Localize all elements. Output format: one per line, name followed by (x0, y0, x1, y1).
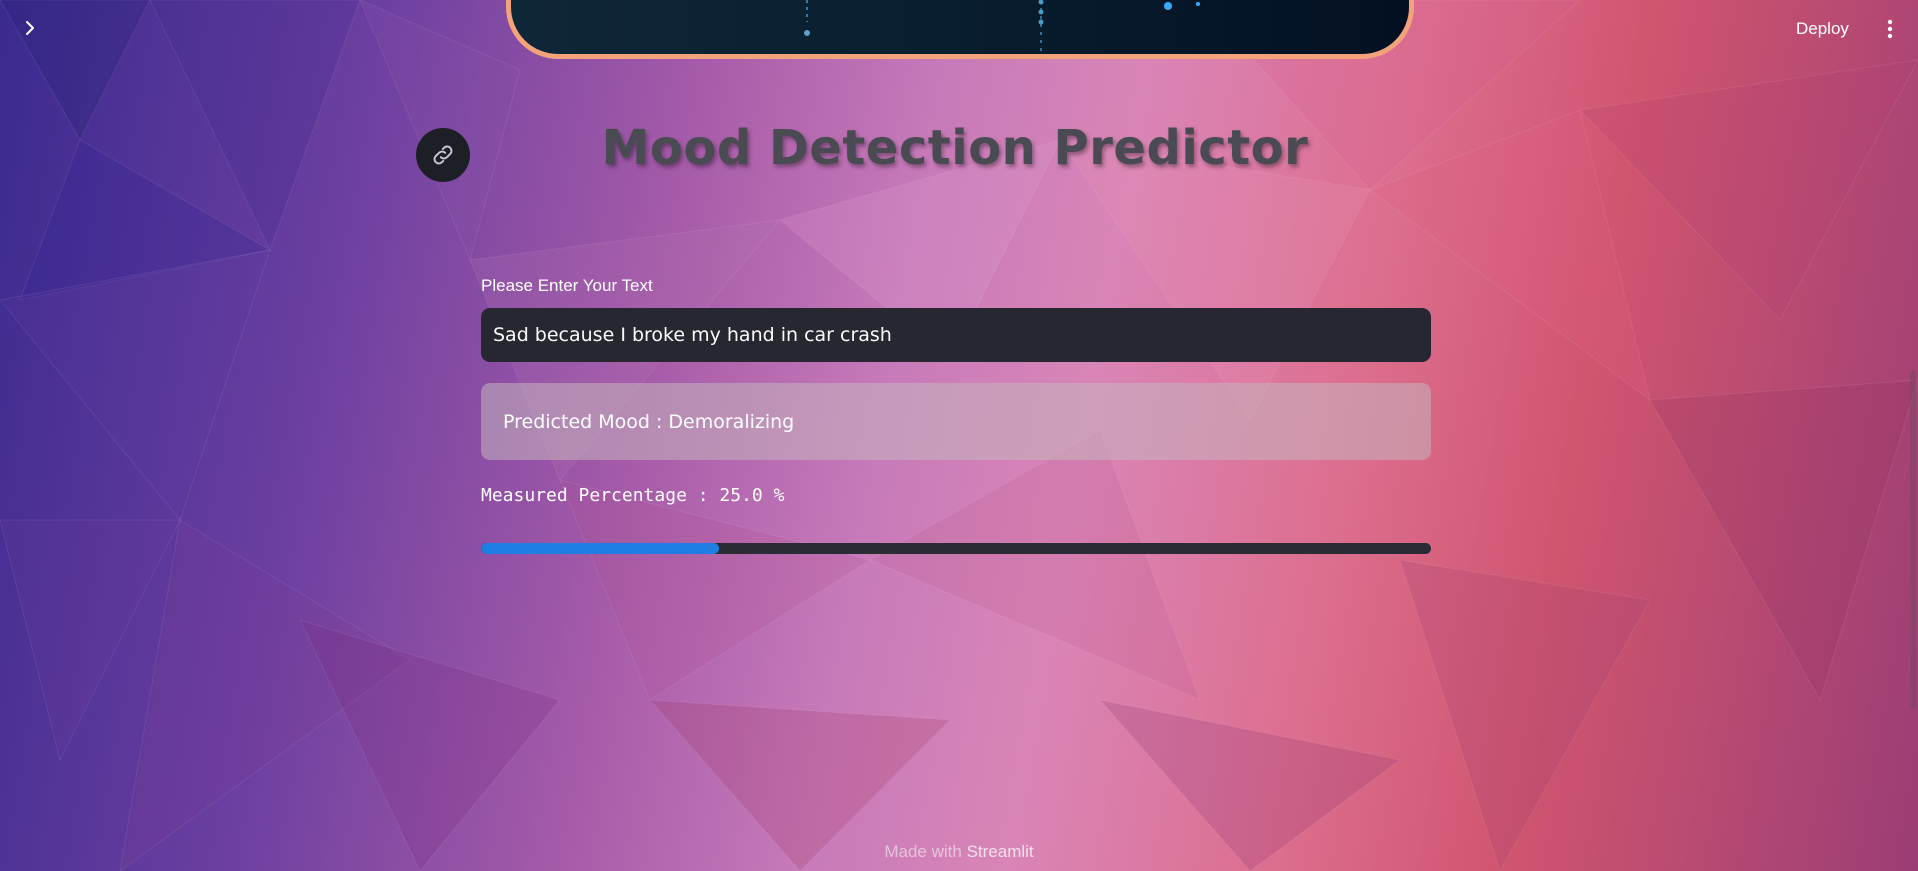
footer: Made with Streamlit (0, 842, 1918, 862)
page-title: Mood Detection Predictor (601, 120, 1309, 176)
main-menu-button[interactable] (1876, 14, 1904, 44)
anchor-link-button[interactable] (416, 128, 470, 182)
chevron-right-icon (26, 21, 34, 35)
hero-image (506, 0, 1414, 59)
measured-percentage-text: Measured Percentage : 25.0 % (481, 485, 785, 506)
prediction-result-box: Predicted Mood : Demoralizing (481, 383, 1431, 460)
progress-bar (481, 543, 1431, 554)
prediction-result-text: Predicted Mood : Demoralizing (503, 410, 795, 433)
text-input-label: Please Enter Your Text (481, 276, 653, 295)
page-scrollbar[interactable] (1910, 370, 1916, 710)
hero-image-art (804, 0, 1200, 54)
footer-prefix: Made with (884, 842, 962, 861)
app-root: Deploy Mood Detection Predictor Please E… (0, 0, 1918, 871)
sidebar-toggle-button[interactable] (16, 14, 44, 42)
vertical-dots-icon (1887, 19, 1893, 39)
mood-text-input[interactable] (481, 308, 1431, 362)
deploy-button[interactable]: Deploy (1784, 14, 1861, 44)
footer-brand-link[interactable]: Streamlit (967, 842, 1034, 861)
link-icon (433, 145, 453, 165)
progress-bar-fill (481, 543, 719, 554)
